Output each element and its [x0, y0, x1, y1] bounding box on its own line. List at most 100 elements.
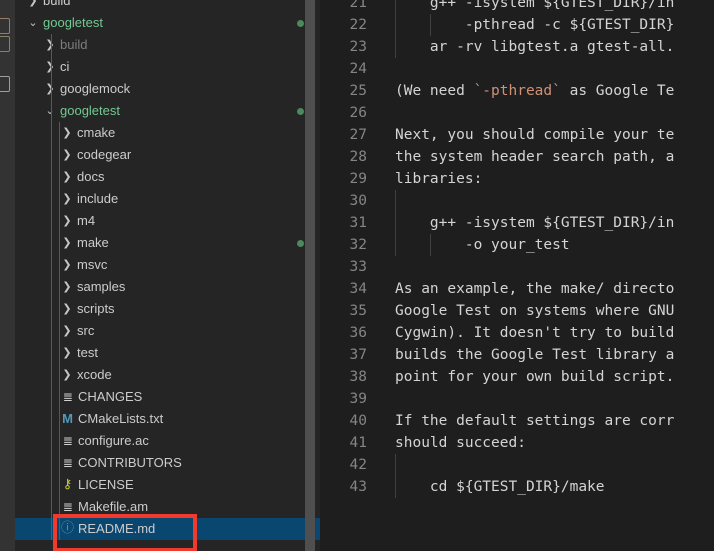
- tree-item-label: CONTRIBUTORS: [78, 455, 182, 470]
- indent-guide: [59, 298, 60, 320]
- chevron-right-icon[interactable]: ❯: [42, 56, 58, 78]
- tree-folder-xcode[interactable]: ❯ xcode: [15, 364, 320, 386]
- tree-file-readme-md[interactable]: ⓘ README.md: [15, 518, 320, 540]
- tree-item-label: googletest: [60, 103, 120, 118]
- tree-item-label: m4: [77, 213, 96, 228]
- tree-folder-m4[interactable]: ❯ m4: [15, 210, 320, 232]
- indent-guide: [59, 166, 60, 188]
- inline-code-span: `-pthread`: [473, 83, 561, 99]
- line-number: 35: [349, 303, 367, 319]
- chevron-right-icon[interactable]: ❯: [42, 78, 58, 100]
- tree-folder-src[interactable]: ❯ src: [15, 320, 320, 342]
- line-number: 31: [349, 215, 367, 231]
- chevron-right-icon[interactable]: ❯: [59, 232, 75, 254]
- tree-folder-googlemock[interactable]: ❯ googlemock: [15, 78, 320, 100]
- chevron-right-icon[interactable]: ❯: [59, 188, 75, 210]
- indent-guide: [51, 430, 52, 452]
- line-number: 39: [349, 391, 367, 407]
- indent-guide: [59, 408, 60, 430]
- indent-guide: [51, 78, 52, 100]
- chevron-right-icon[interactable]: ❯: [59, 320, 75, 342]
- indent-guide: [59, 320, 60, 342]
- indent-guide: [59, 254, 60, 276]
- tree-file-makefile-am[interactable]: ≣ Makefile.am: [15, 496, 320, 518]
- indent-guide: [395, 454, 396, 476]
- tree-item-label: README.md: [78, 521, 156, 536]
- chevron-right-icon[interactable]: ❯: [59, 166, 75, 188]
- chevron-down-icon[interactable]: ⌄: [42, 100, 58, 122]
- chevron-right-icon[interactable]: ❯: [59, 144, 75, 166]
- sidebar-scrollbar[interactable]: [305, 0, 315, 551]
- tree-folder-codegear[interactable]: ❯ codegear: [15, 144, 320, 166]
- plain-text-span: the system header search path, a: [395, 149, 675, 165]
- indent-guide: [59, 144, 60, 166]
- search-icon[interactable]: [0, 36, 10, 52]
- tree-folder-googletest[interactable]: ⌄ googletest: [15, 100, 320, 122]
- git-modified-dot: [297, 20, 304, 27]
- line-number: 26: [349, 105, 367, 121]
- line-number: 22: [349, 17, 367, 33]
- indent-guide: [51, 518, 52, 540]
- code-line: 22 -pthread -c ${GTEST_DIR}: [320, 14, 714, 36]
- tree-folder-make[interactable]: ❯ make: [15, 232, 320, 254]
- tree-item-label: src: [77, 323, 95, 338]
- code-line: 34 As an example, the make/ directo: [320, 278, 714, 300]
- code-text: cd ${GTEST_DIR}/make: [395, 476, 605, 498]
- indent-guide: [51, 56, 52, 78]
- explorer-icon[interactable]: [0, 18, 10, 34]
- line-number: 42: [349, 457, 367, 473]
- chevron-right-icon[interactable]: ❯: [59, 122, 75, 144]
- indent-guide: [59, 232, 60, 254]
- activity-bar: [0, 0, 15, 551]
- indent-guide: [51, 100, 52, 122]
- chevron-right-icon[interactable]: ❯: [59, 210, 75, 232]
- tree-item-label: xcode: [77, 367, 112, 382]
- code-text: Google Test on systems where GNU: [395, 300, 674, 322]
- line-number: 41: [349, 435, 367, 451]
- tree-folder-build[interactable]: ❯ build: [15, 34, 320, 56]
- indent-guide: [59, 210, 60, 232]
- tree-folder-scripts[interactable]: ❯ scripts: [15, 298, 320, 320]
- tree-file-changes[interactable]: ≣ CHANGES: [15, 386, 320, 408]
- tree-file-cmakelists-txt[interactable]: M CMakeLists.txt: [15, 408, 320, 430]
- code-line: 28 the system header search path, a: [320, 146, 714, 168]
- chevron-right-icon[interactable]: ❯: [59, 298, 75, 320]
- chevron-right-icon[interactable]: ❯: [59, 254, 75, 276]
- tree-file-license[interactable]: ⚷ LICENSE: [15, 474, 320, 496]
- indent-guide: [59, 122, 60, 144]
- code-line: 31 g++ -isystem ${GTEST_DIR}/in: [320, 212, 714, 234]
- line-number: 34: [349, 281, 367, 297]
- indent-guide: [51, 408, 52, 430]
- tree-folder-samples[interactable]: ❯ samples: [15, 276, 320, 298]
- chevron-right-icon[interactable]: ❯: [42, 34, 58, 56]
- plain-text-span: should succeed:: [395, 435, 526, 451]
- tree-folder-include[interactable]: ❯ include: [15, 188, 320, 210]
- chevron-right-icon[interactable]: ❯: [59, 276, 75, 298]
- code-text: g++ -isystem ${GTEST_DIR}/in: [395, 212, 674, 234]
- tree-folder-msvc[interactable]: ❯ msvc: [15, 254, 320, 276]
- tree-file-contributors[interactable]: ≣ CONTRIBUTORS: [15, 452, 320, 474]
- indent-guide: [51, 386, 52, 408]
- code-line: 38 point for your own build script.: [320, 366, 714, 388]
- tree-folder-cmake[interactable]: ❯ cmake: [15, 122, 320, 144]
- source-control-icon[interactable]: [0, 76, 10, 92]
- tree-folder-docs[interactable]: ❯ docs: [15, 166, 320, 188]
- code-line: 26: [320, 102, 714, 124]
- tree-folder-googletest[interactable]: ⌄ googletest: [15, 12, 320, 34]
- chevron-right-icon[interactable]: ❯: [25, 0, 41, 12]
- plain-text-span: g++ -isystem ${GTEST_DIR}/in: [395, 0, 675, 11]
- editor-pane[interactable]: 21 g++ -isystem ${GTEST_DIR}/in 22 -pthre…: [320, 0, 714, 551]
- tree-folder-ci[interactable]: ❯ ci: [15, 56, 320, 78]
- tree-folder-build[interactable]: ❯ build: [15, 0, 320, 12]
- chevron-right-icon[interactable]: ❯: [59, 342, 75, 364]
- indent-guide: [59, 518, 60, 540]
- line-number: 23: [349, 39, 367, 55]
- chevron-right-icon[interactable]: ❯: [59, 364, 75, 386]
- indent-guide: [395, 190, 396, 212]
- chevron-down-icon[interactable]: ⌄: [25, 12, 41, 34]
- code-line: 29 libraries:: [320, 168, 714, 190]
- tree-file-configure-ac[interactable]: ≣ configure.ac: [15, 430, 320, 452]
- code-text: (We need `-pthread` as Google Te: [395, 80, 674, 102]
- indent-guide: [59, 386, 60, 408]
- tree-folder-test[interactable]: ❯ test: [15, 342, 320, 364]
